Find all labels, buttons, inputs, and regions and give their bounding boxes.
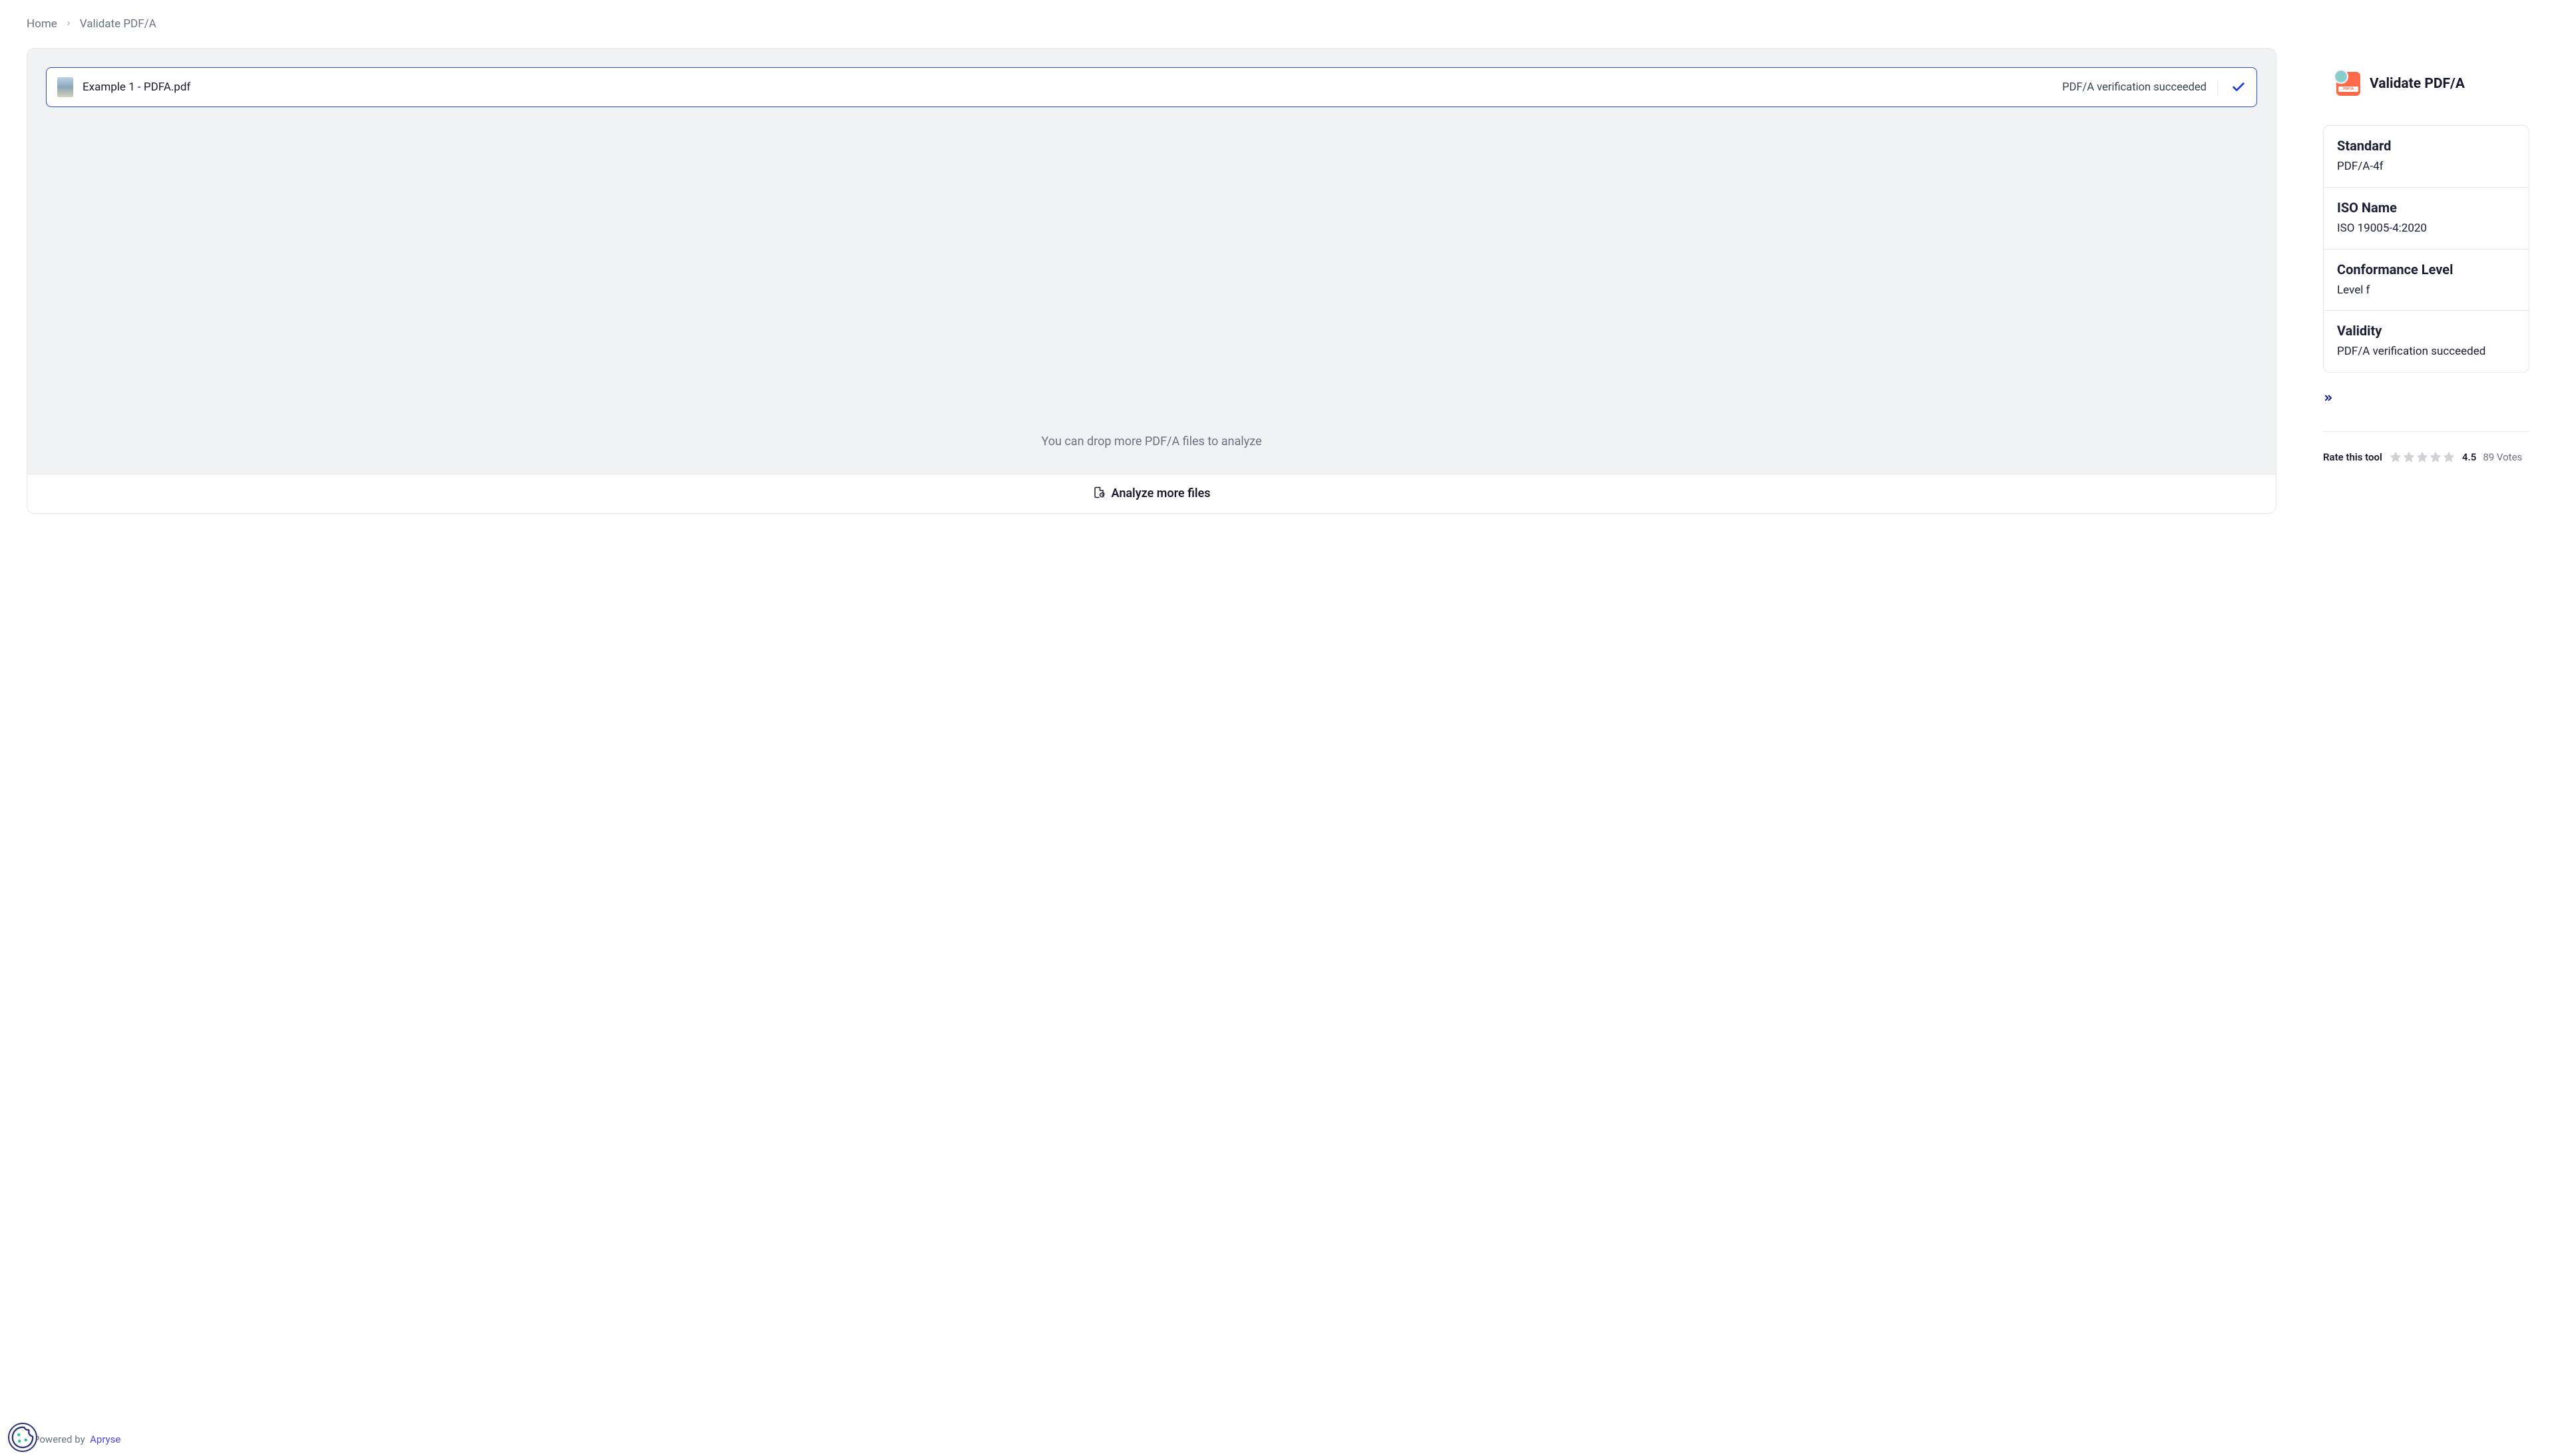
file-reload-icon — [1093, 486, 1105, 500]
pdfa-tool-icon — [2336, 72, 2360, 96]
powered-by-link[interactable]: Apryse — [90, 1433, 120, 1445]
rating-label: Rate this tool — [2323, 451, 2382, 463]
detail-label: Conformance Level — [2337, 262, 2515, 277]
file-row[interactable]: Example 1 - PDFA.pdf PDF/A verification … — [46, 67, 2257, 107]
side-panel: Validate PDF/A Standard PDF/A-4f ISO Nam… — [2323, 48, 2529, 464]
file-status: PDF/A verification succeeded — [2062, 81, 2218, 94]
file-list-area[interactable]: Example 1 - PDFA.pdf PDF/A verification … — [27, 49, 2276, 474]
cookie-settings-button[interactable] — [8, 1423, 37, 1452]
detail-card: Standard PDF/A-4f ISO Name ISO 19005-4:2… — [2323, 125, 2529, 373]
side-title: Validate PDF/A — [2370, 76, 2465, 92]
powered-by-prefix: Powered by — [33, 1433, 85, 1445]
cookie-icon — [10, 1425, 35, 1450]
chevron-right-icon — [65, 19, 72, 29]
analyze-more-label: Analyze more files — [1112, 486, 1211, 500]
detail-value: PDF/A verification succeeded — [2337, 344, 2515, 360]
rating-stars — [2389, 451, 2455, 464]
footer-bar: Analyze more files — [27, 474, 2276, 514]
detail-label: Standard — [2337, 138, 2515, 154]
main-panel: Example 1 - PDFA.pdf PDF/A verification … — [27, 48, 2276, 514]
drop-hint: You can drop more PDF/A files to analyze — [46, 435, 2257, 449]
rating-score: 4.5 — [2462, 451, 2476, 463]
check-icon — [2231, 80, 2246, 94]
detail-section-iso-name: ISO Name ISO 19005-4:2020 — [2324, 188, 2529, 250]
file-name: Example 1 - PDFA.pdf — [83, 81, 2053, 94]
star-icon[interactable] — [2402, 451, 2416, 464]
file-thumbnail-icon — [57, 77, 73, 97]
star-icon[interactable] — [2416, 451, 2429, 464]
breadcrumb-current: Validate PDF/A — [80, 17, 156, 31]
star-icon[interactable] — [2389, 451, 2402, 464]
rating-votes: 89 Votes — [2483, 451, 2522, 463]
side-header: Validate PDF/A — [2323, 48, 2529, 96]
detail-label: ISO Name — [2337, 200, 2515, 216]
powered-by: Powered by Apryse — [33, 1433, 120, 1445]
expand-more-button[interactable] — [2323, 373, 2334, 418]
detail-section-conformance: Conformance Level Level f — [2324, 250, 2529, 311]
star-icon[interactable] — [2442, 451, 2455, 464]
detail-value: Level f — [2337, 283, 2515, 299]
analyze-more-button[interactable]: Analyze more files — [1093, 486, 1211, 500]
detail-section-standard: Standard PDF/A-4f — [2324, 126, 2529, 188]
detail-value: PDF/A-4f — [2337, 159, 2515, 175]
star-icon[interactable] — [2429, 451, 2442, 464]
breadcrumb-home-link[interactable]: Home — [27, 17, 57, 31]
rating-bar: Rate this tool 4.5 89 Votes — [2323, 431, 2529, 464]
detail-value: ISO 19005-4:2020 — [2337, 221, 2515, 237]
detail-section-validity: Validity PDF/A verification succeeded — [2324, 311, 2529, 372]
detail-label: Validity — [2337, 323, 2515, 339]
breadcrumb: Home Validate PDF/A — [27, 0, 2529, 48]
